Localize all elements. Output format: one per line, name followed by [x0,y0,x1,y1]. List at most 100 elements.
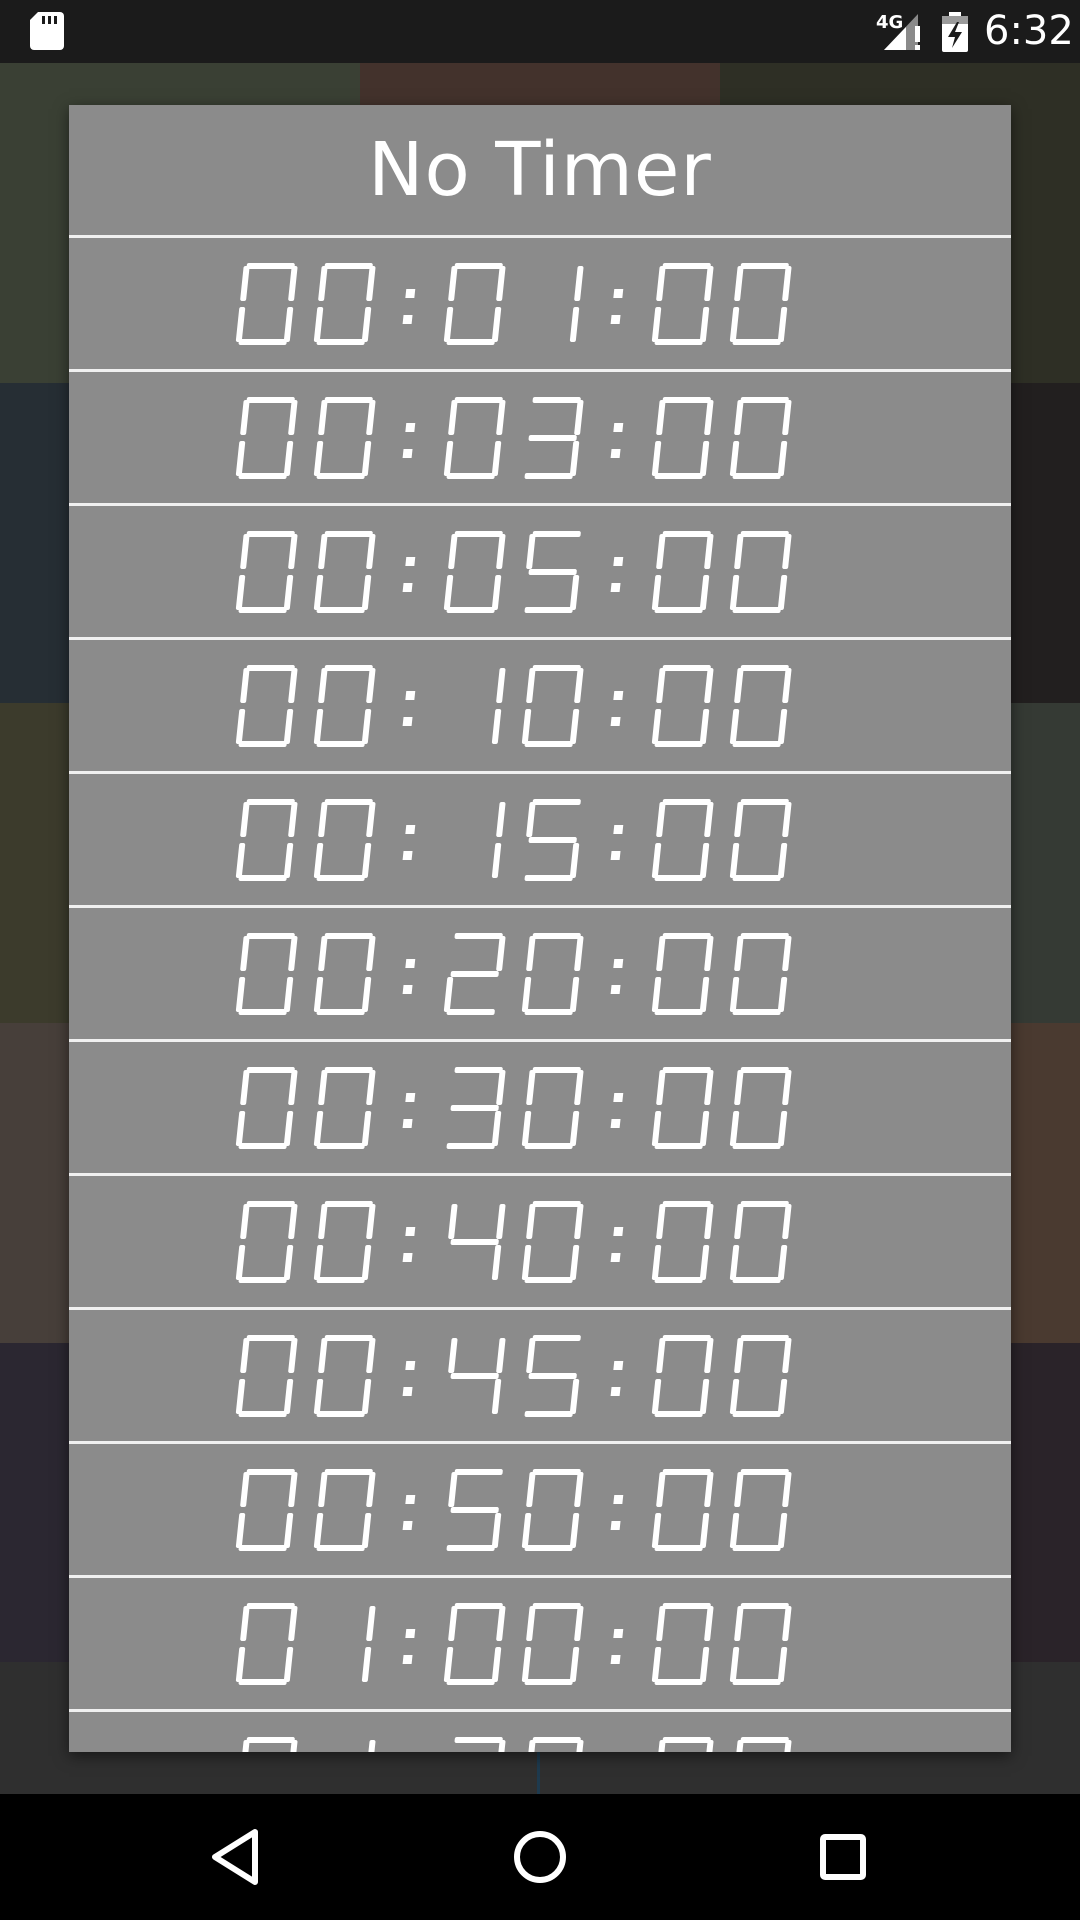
timer-colon [610,1360,624,1396]
timer-digit-0 [734,1736,792,1752]
timer-digit-3 [454,1736,506,1752]
timer-colon [402,556,416,592]
timer-dialog: No Timer 00:01:00 00:03:00 00:05:00 00:10:0… [69,105,1011,1752]
timer-digit-0 [651,262,714,345]
timer-digit-5 [524,530,581,613]
timer-digit-0 [729,262,792,345]
timer-digit-0 [235,396,298,479]
timer-digit-0 [235,1066,298,1149]
timer-option[interactable]: 00:20:00 [69,908,1011,1042]
timer-option[interactable]: 00:40:00 [69,1176,1011,1310]
timer-option-digits: 01:30:00 [240,1736,792,1752]
timer-digit-0 [521,932,584,1015]
timer-option-digits: 00:15:00 [235,798,792,881]
timer-digit-0 [235,1468,298,1551]
timer-colon [610,1494,624,1530]
timer-digit-0 [526,1736,584,1752]
timer-colon [610,288,624,324]
timer-digit-0 [235,1334,298,1417]
timer-digit-0 [656,1736,714,1752]
timer-digit-0 [521,1066,584,1149]
timer-option-list[interactable]: 00:01:00 00:03:00 00:05:00 00:10:00 00:15:00… [69,238,1011,1752]
timer-digit-0 [443,1602,506,1685]
timer-colon [402,958,416,994]
timer-digit-3 [446,1066,506,1149]
timer-colon [402,422,416,458]
timer-option[interactable]: 00:30:00 [69,1042,1011,1176]
timer-digit-0 [313,1468,376,1551]
timer-digit-0 [240,1736,298,1752]
timer-colon [610,824,624,860]
timer-digit-5 [524,1334,581,1417]
dialog-title: No Timer [368,127,712,213]
timer-digit-0 [521,664,584,747]
timer-option[interactable]: 00:03:00 [69,372,1011,506]
timer-digit-0 [235,262,298,345]
screen: 4G 6:32 No Timer [0,0,1080,1920]
timer-colon [402,1226,416,1262]
sd-card-icon [30,12,64,50]
timer-digit-0 [235,798,298,881]
timer-option[interactable]: 01:00:00 [69,1578,1011,1712]
status-bar: 4G 6:32 [0,0,1080,63]
timer-option[interactable]: 00:50:00 [69,1444,1011,1578]
timer-digit-0 [313,1334,376,1417]
home-icon[interactable] [507,1824,573,1890]
timer-digit-2 [443,932,506,1015]
timer-digit-1 [569,265,584,342]
timer-digit-1 [366,1739,376,1752]
timer-option[interactable]: 00:15:00 [69,774,1011,908]
cell-signal-alert-icon [884,14,920,50]
timer-digit-0 [729,1334,792,1417]
timer-colon [402,690,416,726]
timer-digit-0 [651,1468,714,1551]
back-icon[interactable] [203,1824,269,1890]
timer-digit-0 [651,396,714,479]
timer-digit-0 [651,1066,714,1149]
timer-option-digits: 00:01:00 [235,262,792,345]
timer-colon [402,1360,416,1396]
timer-option[interactable]: 00:01:00 [69,238,1011,372]
timer-digit-0 [235,664,298,747]
timer-digit-0 [651,932,714,1015]
timer-digit-0 [235,1200,298,1283]
timer-digit-0 [313,262,376,345]
timer-option[interactable]: 01:30:00 [69,1712,1011,1752]
timer-colon [402,288,416,324]
timer-option[interactable]: 00:05:00 [69,506,1011,640]
no-timer-option[interactable]: No Timer [69,105,1011,238]
timer-option[interactable]: 00:10:00 [69,640,1011,774]
timer-digit-4 [448,1337,506,1414]
timer-digit-0 [313,1066,376,1149]
timer-digit-0 [729,1468,792,1551]
timer-digit-0 [313,932,376,1015]
timer-colon [610,422,624,458]
timer-digit-3 [524,396,584,479]
timer-digit-5 [446,1468,503,1551]
battery-charging-icon [942,12,968,52]
timer-digit-1 [361,1605,376,1682]
timer-digit-0 [729,664,792,747]
timer-digit-0 [651,1602,714,1685]
timer-digit-0 [729,798,792,881]
timer-digit-0 [651,798,714,881]
timer-digit-0 [313,396,376,479]
timer-digit-0 [729,396,792,479]
timer-colon [402,1494,416,1530]
recents-icon[interactable] [810,1824,876,1890]
timer-option[interactable]: 00:45:00 [69,1310,1011,1444]
timer-digit-0 [729,1066,792,1149]
timer-digit-0 [651,664,714,747]
timer-digit-0 [729,530,792,613]
timer-option-digits: 00:05:00 [235,530,792,613]
timer-option-digits: 00:30:00 [235,1066,792,1149]
timer-digit-0 [651,530,714,613]
timer-digit-0 [521,1200,584,1283]
navigation-bar [0,1794,1080,1920]
timer-digit-0 [729,1602,792,1685]
timer-option-digits: 00:20:00 [235,932,792,1015]
timer-digit-0 [443,530,506,613]
timer-colon [610,1092,624,1128]
timer-option-digits: 00:03:00 [235,396,792,479]
timer-digit-0 [313,530,376,613]
